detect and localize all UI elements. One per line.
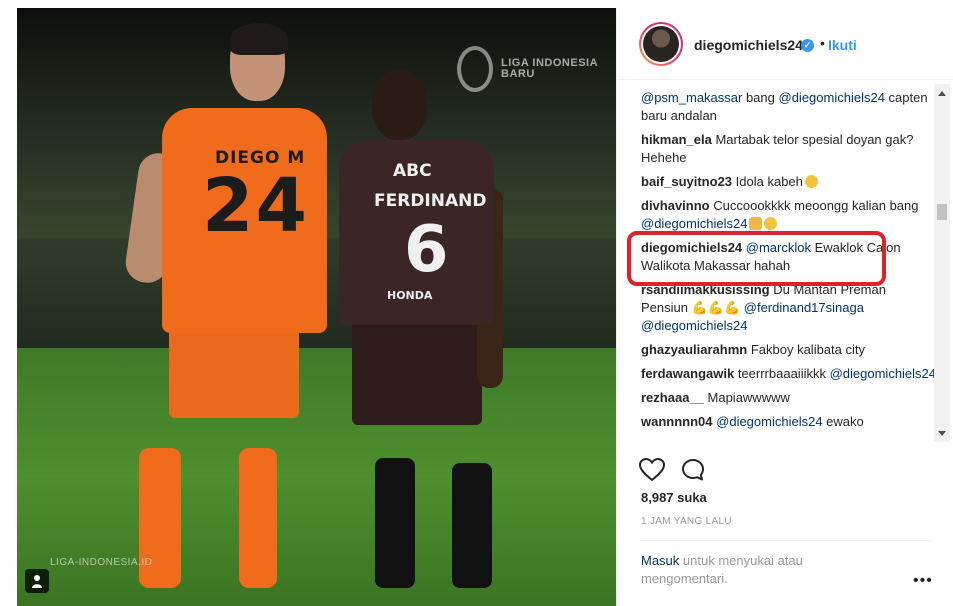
player2-jersey-name: FERDINAND	[374, 191, 487, 211]
comment-text: Fakboy kalibata city	[750, 342, 865, 357]
muscle-emoji: 💪💪💪	[691, 300, 741, 315]
more-options-icon[interactable]: •••	[913, 572, 933, 590]
follow-button[interactable]: Ikuti	[828, 37, 857, 53]
player1-jersey-number: 24	[202, 163, 309, 249]
comment-mention[interactable]: @diegomichiels24	[641, 216, 747, 231]
comment-icon[interactable]	[681, 458, 705, 482]
comment-username[interactable]: baif_suyitno23	[641, 174, 732, 189]
likes-count[interactable]: 8,987 suka	[641, 490, 707, 505]
comment-item: baif_suyitno23 Idola kabeh	[641, 173, 936, 191]
player2-right-sock	[452, 463, 492, 588]
comment-mention[interactable]: @diegomichiels24	[779, 90, 885, 105]
comment-text: teerrrbaaaiiikkk	[737, 366, 830, 381]
divider	[639, 540, 932, 541]
login-link[interactable]: Masuk	[641, 553, 679, 568]
comment-text: Cuccoookkkk meoongg kalian bang	[713, 198, 919, 213]
comment-mention[interactable]: @ferdinand17sinaga	[740, 300, 864, 315]
post-timestamp: 1 JAM YANG LALU	[641, 516, 732, 527]
liga-logo-watermark	[457, 46, 493, 92]
scroll-up-arrow[interactable]	[938, 91, 946, 96]
player2-brand: HONDA	[387, 289, 433, 302]
user-tag-icon	[32, 575, 42, 588]
comment-username[interactable]: ghazyauliarahmn	[641, 342, 747, 357]
avatar[interactable]	[639, 22, 683, 66]
comment-mention[interactable]: @diegomichiels24	[641, 318, 747, 333]
header-username[interactable]: diegomichiels24	[694, 37, 803, 53]
comment-username[interactable]: wannnnn04	[641, 414, 713, 429]
comment-text: Mapiawwwww	[707, 390, 790, 405]
verified-icon: ✓	[801, 39, 814, 52]
comment-username[interactable]: hikman_ela	[641, 132, 712, 147]
player1-hair	[230, 23, 288, 55]
hand-emoji-icon	[749, 217, 763, 230]
player2-shorts	[352, 320, 482, 425]
comment-text: Idola kabeh	[735, 174, 803, 189]
comment-username[interactable]: divhavinno	[641, 198, 710, 213]
comment-mention[interactable]: @diegomichiels24	[716, 414, 822, 429]
face-emoji-icon	[804, 175, 818, 188]
comment-item: ghazyauliarahmn Fakboy kalibata city	[641, 341, 936, 359]
instagram-post-window: LIGA INDONESIA BARU DIEGO M 24 ABC FERDI…	[0, 0, 953, 606]
post-photo[interactable]: LIGA INDONESIA BARU DIEGO M 24 ABC FERDI…	[17, 8, 616, 606]
player1-shorts	[169, 323, 299, 418]
comment-item: divhavinno Cuccoookkkk meoongg kalian ba…	[641, 197, 936, 233]
login-prompt: Masuk untuk menyukai atau mengomentari.	[641, 552, 851, 588]
comment-mention[interactable]: @diegomichiels24	[830, 366, 936, 381]
watermark-top-text: LIGA INDONESIA BARU	[501, 57, 598, 80]
comment-username[interactable]: ferdawangawik	[641, 366, 734, 381]
comments-scrollbar[interactable]	[934, 84, 950, 442]
player2-left-sock	[375, 458, 415, 588]
comment-text: ewako	[822, 414, 864, 429]
post-side-panel: diegomichiels24 ✓ • Ikuti @psm_makassar …	[616, 8, 953, 606]
player2-sponsor: ABC	[393, 161, 432, 181]
comment-item: rsandiimakkusissing Du Mantan Preman Pen…	[641, 281, 936, 335]
comment-item: @psm_makassar bang @diegomichiels24 capt…	[641, 89, 936, 125]
post-header: diegomichiels24 ✓ • Ikuti	[617, 8, 953, 80]
player2-head	[372, 70, 427, 140]
comment-item: rezhaaa__ Mapiawwwww	[641, 389, 936, 407]
comment-text: bang	[742, 90, 779, 105]
red-highlight-annotation	[627, 231, 886, 286]
comment-item: ferdawangawik teerrrbaaaiiikkk @diegomic…	[641, 365, 936, 383]
comment-username[interactable]: rezhaaa__	[641, 390, 704, 405]
comment-mention[interactable]: @psm_makassar	[641, 90, 742, 105]
watermark-bottom-text: LIGA-INDONESIA.ID	[50, 557, 153, 568]
comment-item: hikman_ela Martabak telor spesial doyan …	[641, 131, 936, 167]
scroll-down-arrow[interactable]	[938, 431, 946, 436]
scroll-thumb[interactable]	[937, 204, 947, 220]
face-emoji-icon	[764, 217, 778, 230]
comment-item: wannnnn04 @diegomichiels24 ewako	[641, 413, 936, 431]
header-separator: •	[820, 35, 825, 51]
user-tag-button[interactable]	[25, 569, 49, 593]
heart-icon[interactable]	[639, 458, 665, 482]
player2-jersey-number: 6	[404, 213, 449, 287]
player1-right-leg	[239, 448, 277, 588]
